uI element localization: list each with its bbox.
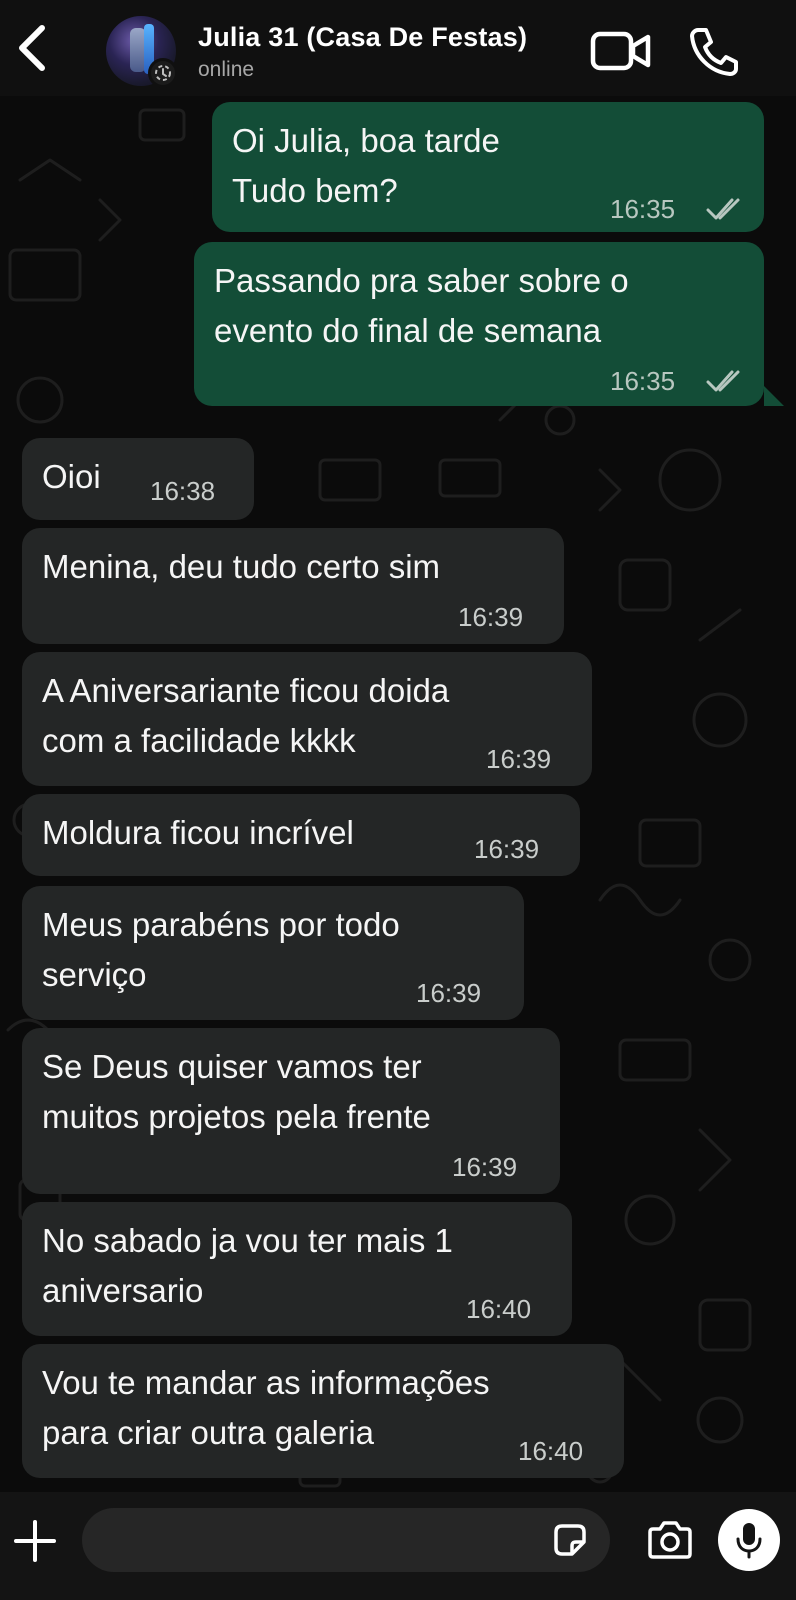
message-text: Moldura ficou incrível [42,814,354,851]
chat-screen: Julia 31 (Casa De Festas) online Oi Juli… [0,0,796,1600]
message-time: 16:38 [150,476,216,506]
bubble-tail [764,386,784,406]
video-camera-icon[interactable] [590,30,652,72]
outgoing-message[interactable]: Passando pra saber sobre o evento do fin… [194,242,764,406]
message-time: 16:39 [458,602,524,632]
camera-icon[interactable] [646,1520,694,1560]
contact-status: online [198,58,255,81]
chevron-left-icon[interactable] [12,22,52,74]
microphone-button[interactable] [718,1509,780,1571]
incoming-message[interactable]: Oioi 16:38 [22,438,254,520]
contact-name[interactable]: Julia 31 (Casa De Festas) [198,22,527,53]
message-time: 16:35 [610,194,676,224]
incoming-message[interactable]: Vou te mandar as informações para criar … [22,1344,624,1478]
chat-header: Julia 31 (Casa De Festas) online [0,0,796,96]
phone-icon[interactable] [686,24,740,78]
read-ticks-icon [706,370,740,392]
message-time: 16:39 [486,744,552,774]
message-text: Passando pra saber sobre o evento do fin… [214,262,629,349]
incoming-message[interactable]: Menina, deu tudo certo sim 16:39 [22,528,564,644]
message-time: 16:35 [610,366,676,396]
message-time: 16:40 [466,1294,532,1324]
incoming-message[interactable]: A Aniversariante ficou doida com a facil… [22,652,592,786]
incoming-message[interactable]: No sabado ja vou ter mais 1 aniversario … [22,1202,572,1336]
read-ticks-icon [706,198,740,220]
message-time: 16:39 [452,1152,518,1182]
message-text: Meus parabéns por todo serviço [42,906,400,993]
outgoing-message[interactable]: Oi Julia, boa tarde Tudo bem? 16:35 [212,102,764,232]
message-text: Oi Julia, boa tarde Tudo bem? [232,122,500,209]
message-time: 16:39 [416,978,482,1008]
sticker-icon[interactable] [550,1520,590,1560]
plus-icon[interactable] [12,1518,58,1564]
composer-bar [0,1492,796,1600]
message-text: No sabado ja vou ter mais 1 aniversario [42,1222,453,1309]
message-text: Oioi [42,458,101,495]
message-text: A Aniversariante ficou doida com a facil… [42,672,450,759]
message-input[interactable] [82,1508,610,1572]
message-text: Vou te mandar as informações para criar … [42,1364,490,1451]
message-time: 16:39 [474,834,540,864]
message-thread: Oi Julia, boa tarde Tudo bem? 16:35 Pass… [0,96,796,1492]
status-ring-icon [148,58,178,88]
incoming-message[interactable]: Moldura ficou incrível 16:39 [22,794,580,876]
incoming-message[interactable]: Se Deus quiser vamos ter muitos projetos… [22,1028,560,1194]
microphone-icon [736,1523,762,1559]
message-time: 16:40 [518,1436,584,1466]
message-text: Se Deus quiser vamos ter muitos projetos… [42,1048,431,1135]
incoming-message[interactable]: Meus parabéns por todo serviço 16:39 [22,886,524,1020]
message-text: Menina, deu tudo certo sim [42,548,441,585]
